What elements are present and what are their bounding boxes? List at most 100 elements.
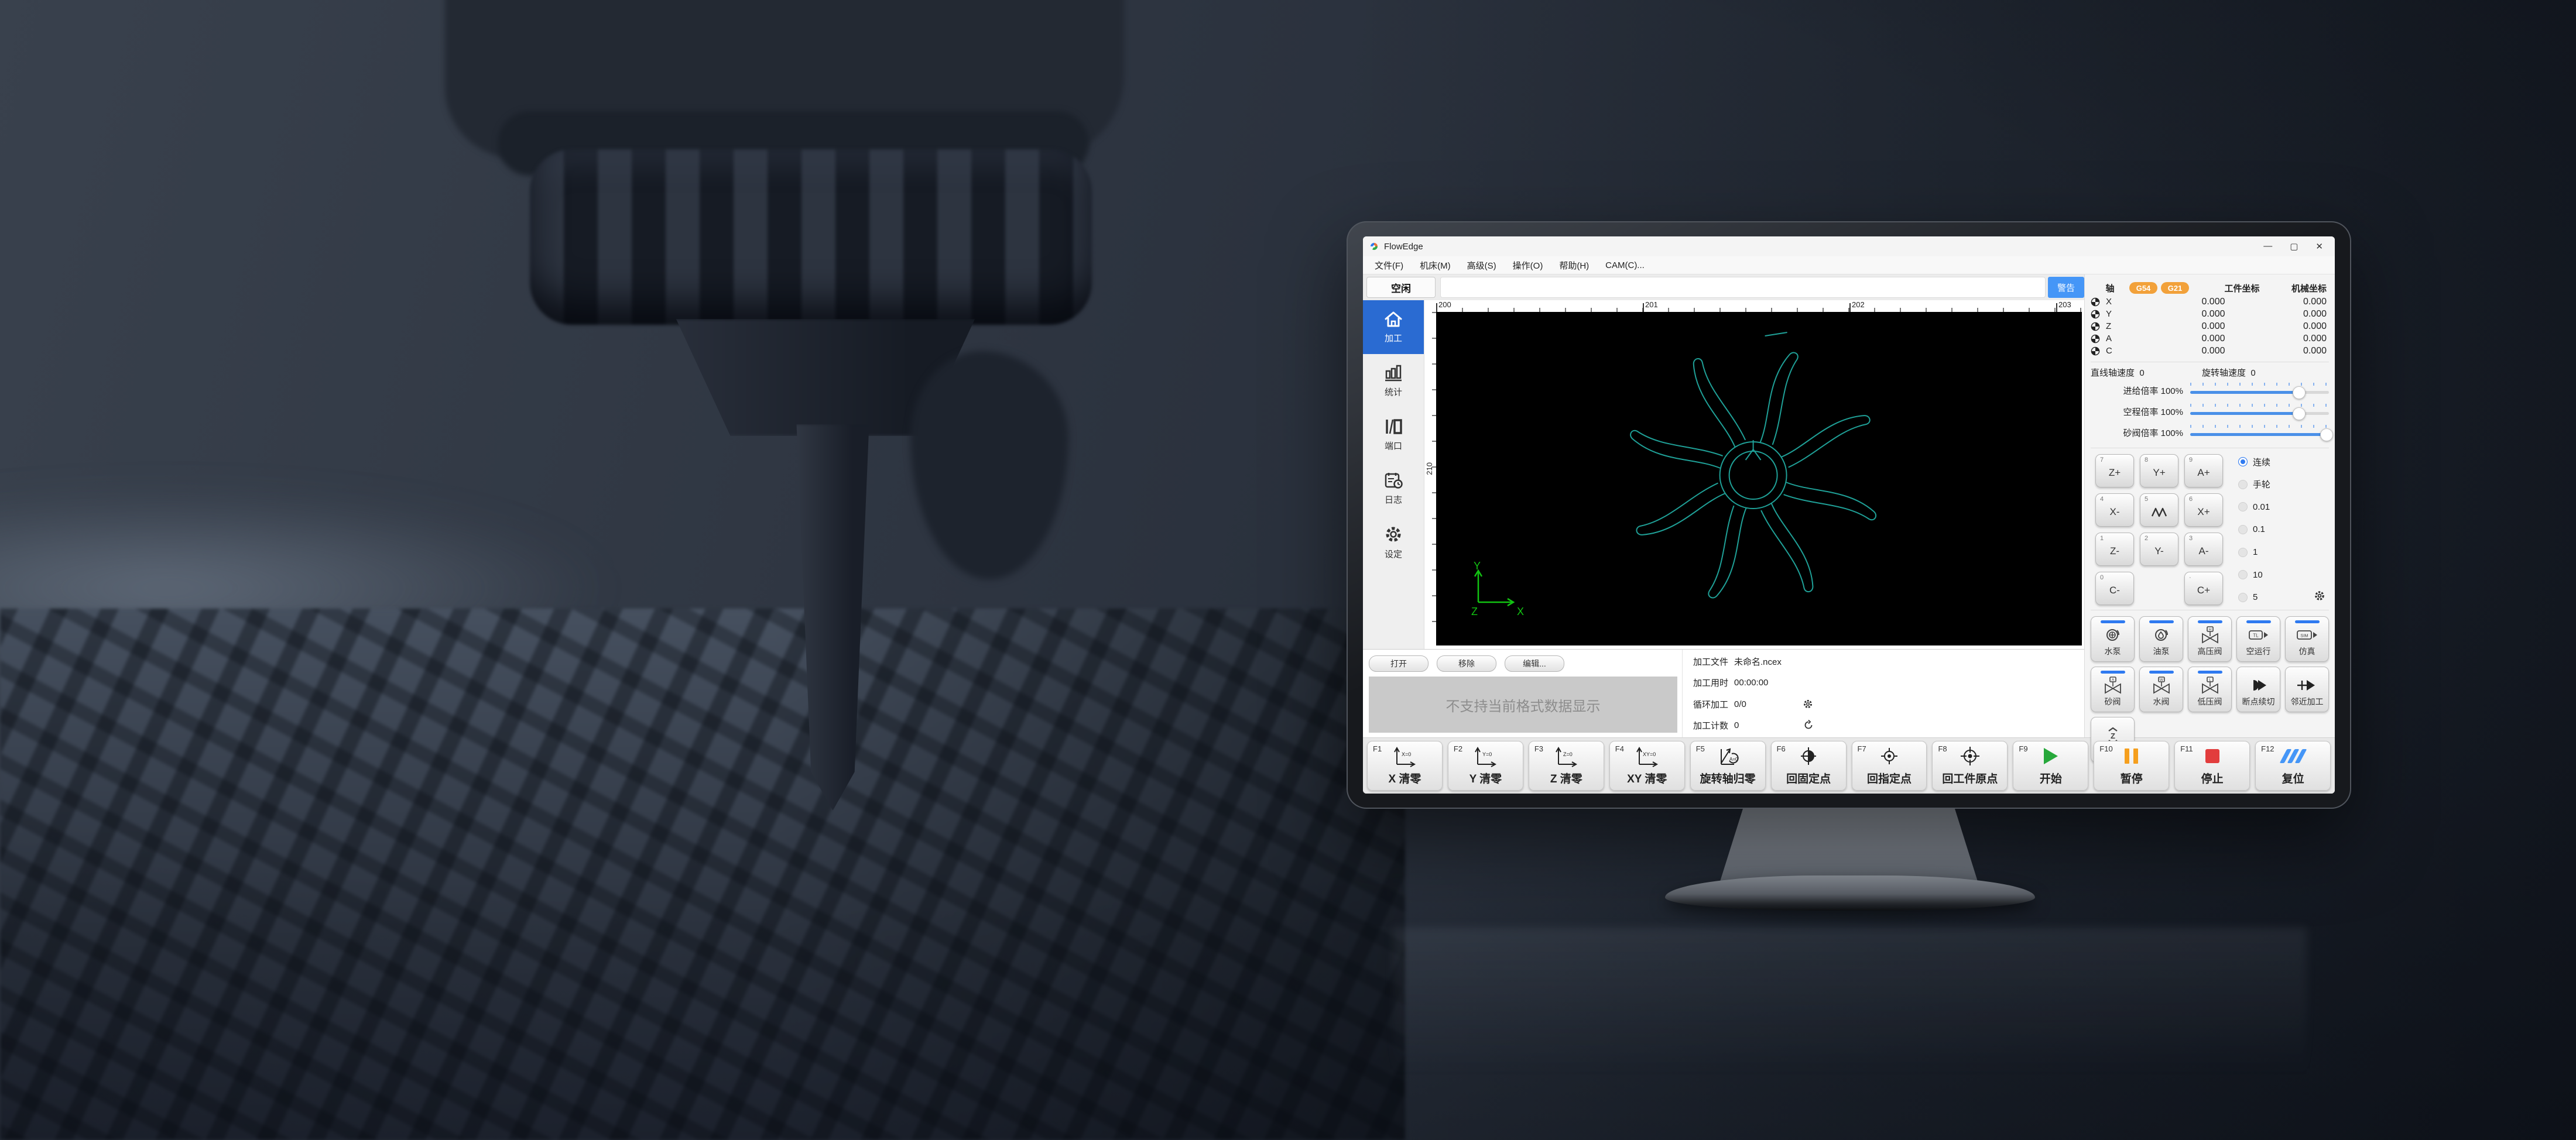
cycle-value: 0/0 bbox=[1734, 699, 1746, 709]
coord-row-y: Y 0.000 0.000 bbox=[2091, 308, 2329, 320]
open-file-button[interactable]: 打开 bbox=[1369, 655, 1429, 672]
mode-step-0-1[interactable]: 0.1 bbox=[2238, 523, 2329, 536]
gear-icon bbox=[1384, 525, 1403, 544]
radio-icon bbox=[2238, 502, 2248, 511]
f1-x-zero-button[interactable]: F1 X=0 X 清零 bbox=[1367, 741, 1443, 791]
app-window: FlowEdge — ▢ ✕ 文件(F) 机床(M) 高级(S) 操作(O) 帮… bbox=[1363, 236, 2335, 794]
jog-x-plus[interactable]: 6X+ bbox=[2184, 493, 2223, 527]
oil-pump-button[interactable]: 油泵 bbox=[2139, 616, 2183, 662]
valve-icon: H bbox=[2200, 626, 2220, 644]
jog-z-plus[interactable]: 7Z+ bbox=[2095, 454, 2134, 487]
f4-xy-zero-button[interactable]: F4 XY=0 XY 清零 bbox=[1609, 741, 1685, 791]
mode-step-0-01[interactable]: 0.01 bbox=[2238, 500, 2329, 513]
work-value: 0.000 bbox=[2123, 334, 2225, 344]
rapid-override-slider[interactable] bbox=[2190, 403, 2329, 420]
job-time-label: 加工用时 bbox=[1693, 677, 1728, 689]
jog-pad: 7Z+ 8Y+ 9A+ 4X- 5 6X+ 1Z- 2Y- 3A- 0C- ·C… bbox=[2095, 454, 2223, 605]
rapid-override-value: 100% bbox=[2161, 407, 2183, 417]
nearby-machining-button[interactable]: 邻近加工 bbox=[2285, 667, 2329, 712]
f2-y-zero-button[interactable]: F2 Y=0 Y 清零 bbox=[1448, 741, 1523, 791]
crosshair-icon bbox=[1933, 745, 2007, 767]
g54-badge: G54 bbox=[2129, 282, 2157, 294]
mode-step-10[interactable]: 10 bbox=[2238, 568, 2329, 581]
jog-a-minus[interactable]: 3A- bbox=[2184, 533, 2223, 566]
f9-start-button[interactable]: F9 开始 bbox=[2013, 741, 2088, 791]
sidebar-item-machining[interactable]: 加工 bbox=[1363, 300, 1424, 354]
maximize-button[interactable]: ▢ bbox=[2290, 241, 2298, 252]
f11-stop-button[interactable]: F11 停止 bbox=[2174, 741, 2250, 791]
svg-text:W: W bbox=[2159, 678, 2163, 682]
menu-help[interactable]: 帮助(H) bbox=[1551, 259, 1597, 272]
water-pump-button[interactable]: 水泵 bbox=[2091, 616, 2135, 662]
warning-button[interactable]: 警告 bbox=[2048, 277, 2084, 298]
jog-section: 7Z+ 8Y+ 9A+ 4X- 5 6X+ 1Z- 2Y- 3A- 0C- ·C… bbox=[2091, 448, 2329, 610]
f12-reset-button[interactable]: F12 复位 bbox=[2255, 741, 2331, 791]
menu-machine[interactable]: 机床(M) bbox=[1412, 259, 1459, 272]
jog-step-modes: 连续 手轮 0.01 0.1 1 10 5 bbox=[2238, 454, 2329, 605]
jog-y-plus[interactable]: 8Y+ bbox=[2140, 454, 2178, 487]
sidebar-item-statistics[interactable]: 统计 bbox=[1363, 354, 1424, 408]
menu-file[interactable]: 文件(F) bbox=[1366, 259, 1412, 272]
radio-icon bbox=[2238, 593, 2248, 602]
water-valve-button[interactable]: W 水阀 bbox=[2139, 667, 2183, 712]
edit-file-button[interactable]: 编辑... bbox=[1505, 655, 1564, 672]
sidebar-item-ports[interactable]: 端口 bbox=[1363, 408, 1424, 462]
f5-rotary-zero-button[interactable]: F5 A=0 旋转轴归零 bbox=[1690, 741, 1766, 791]
svg-text:H: H bbox=[2208, 628, 2211, 632]
breakpoint-resume-button[interactable]: 断点续切 bbox=[2236, 667, 2280, 712]
abrasive-valve-button[interactable]: A 砂阀 bbox=[2091, 667, 2135, 712]
axis-zero-icon: Y=0 bbox=[1448, 745, 1523, 767]
f8-workpiece-origin-button[interactable]: F8 回工件原点 bbox=[1932, 741, 2008, 791]
svg-text:A: A bbox=[2111, 678, 2114, 682]
jog-x-minus[interactable]: 4X- bbox=[2095, 493, 2134, 527]
abrasive-override-slider[interactable] bbox=[2190, 424, 2329, 441]
mode-handwheel[interactable]: 手轮 bbox=[2238, 478, 2329, 491]
cycle-settings-gear-icon[interactable] bbox=[1803, 699, 1813, 709]
sidebar-item-log[interactable]: 日志 bbox=[1363, 462, 1424, 516]
cad-canvas[interactable]: 200 201 202 203 210 bbox=[1424, 300, 2084, 649]
job-time-row: 加工用时 00:00:00 bbox=[1693, 677, 2074, 689]
dry-run-button[interactable]: TL 空运行 bbox=[2236, 616, 2280, 662]
menu-advanced[interactable]: 高级(S) bbox=[1459, 259, 1505, 272]
close-button[interactable]: ✕ bbox=[2315, 241, 2323, 252]
jog-z-minus[interactable]: 1Z- bbox=[2095, 533, 2134, 566]
jog-c-plus[interactable]: ·C+ bbox=[2184, 572, 2223, 605]
ruler-horizontal: 200 201 202 203 bbox=[1436, 300, 2082, 312]
sidebar-item-label: 统计 bbox=[1385, 386, 1402, 398]
play-icon bbox=[2013, 745, 2088, 767]
menu-cam[interactable]: CAM(C)... bbox=[1597, 260, 1653, 270]
jog-y-minus[interactable]: 2Y- bbox=[2140, 533, 2178, 566]
step-settings-gear-icon[interactable] bbox=[2314, 590, 2325, 604]
low-pressure-valve-button[interactable]: L 低压阀 bbox=[2188, 667, 2232, 712]
f3-z-zero-button[interactable]: F3 Z=0 Z 清零 bbox=[1529, 741, 1604, 791]
svg-text:SIM: SIM bbox=[2300, 633, 2308, 638]
mode-continuous[interactable]: 连续 bbox=[2238, 455, 2329, 468]
file-panel: 打开 移除 编辑... 不支持当前格式数据显示 加工文件 未命名.ncex 加工… bbox=[1363, 649, 2084, 737]
jog-a-plus[interactable]: 9A+ bbox=[2184, 454, 2223, 487]
bar-chart-icon bbox=[1383, 364, 1403, 382]
jog-home[interactable]: 5 bbox=[2140, 493, 2178, 527]
slider-thumb[interactable] bbox=[2293, 407, 2306, 420]
jog-c-minus[interactable]: 0C- bbox=[2095, 572, 2134, 605]
axis-label-y: Y bbox=[1474, 560, 1481, 572]
slider-thumb[interactable] bbox=[2293, 386, 2306, 399]
remove-file-button[interactable]: 移除 bbox=[1437, 655, 1496, 672]
axis-label-z: Z bbox=[1471, 606, 1478, 617]
minimize-button[interactable]: — bbox=[2263, 241, 2272, 252]
count-reset-icon[interactable] bbox=[1803, 720, 1814, 730]
f10-pause-button[interactable]: F10 暂停 bbox=[2094, 741, 2169, 791]
sidebar-item-settings[interactable]: 设定 bbox=[1363, 516, 1424, 569]
menu-operation[interactable]: 操作(O) bbox=[1505, 259, 1551, 272]
work-coord-header: 工件坐标 bbox=[2193, 282, 2260, 294]
high-pressure-valve-button[interactable]: H 高压阀 bbox=[2188, 616, 2232, 662]
drawing-viewport[interactable]: Y Z X bbox=[1436, 312, 2082, 645]
f6-fixed-point-button[interactable]: F6 回固定点 bbox=[1771, 741, 1847, 791]
slider-thumb[interactable] bbox=[2320, 428, 2333, 441]
feed-override-slider[interactable] bbox=[2190, 382, 2329, 399]
simulation-button[interactable]: SIM 仿真 bbox=[2285, 616, 2329, 662]
zigzag-icon bbox=[2151, 506, 2167, 518]
mode-step-1[interactable]: 1 bbox=[2238, 546, 2329, 559]
axis-letter: C bbox=[2106, 346, 2123, 356]
f7-specified-point-button[interactable]: F7 回指定点 bbox=[1852, 741, 1927, 791]
svg-text:L: L bbox=[2209, 678, 2211, 682]
